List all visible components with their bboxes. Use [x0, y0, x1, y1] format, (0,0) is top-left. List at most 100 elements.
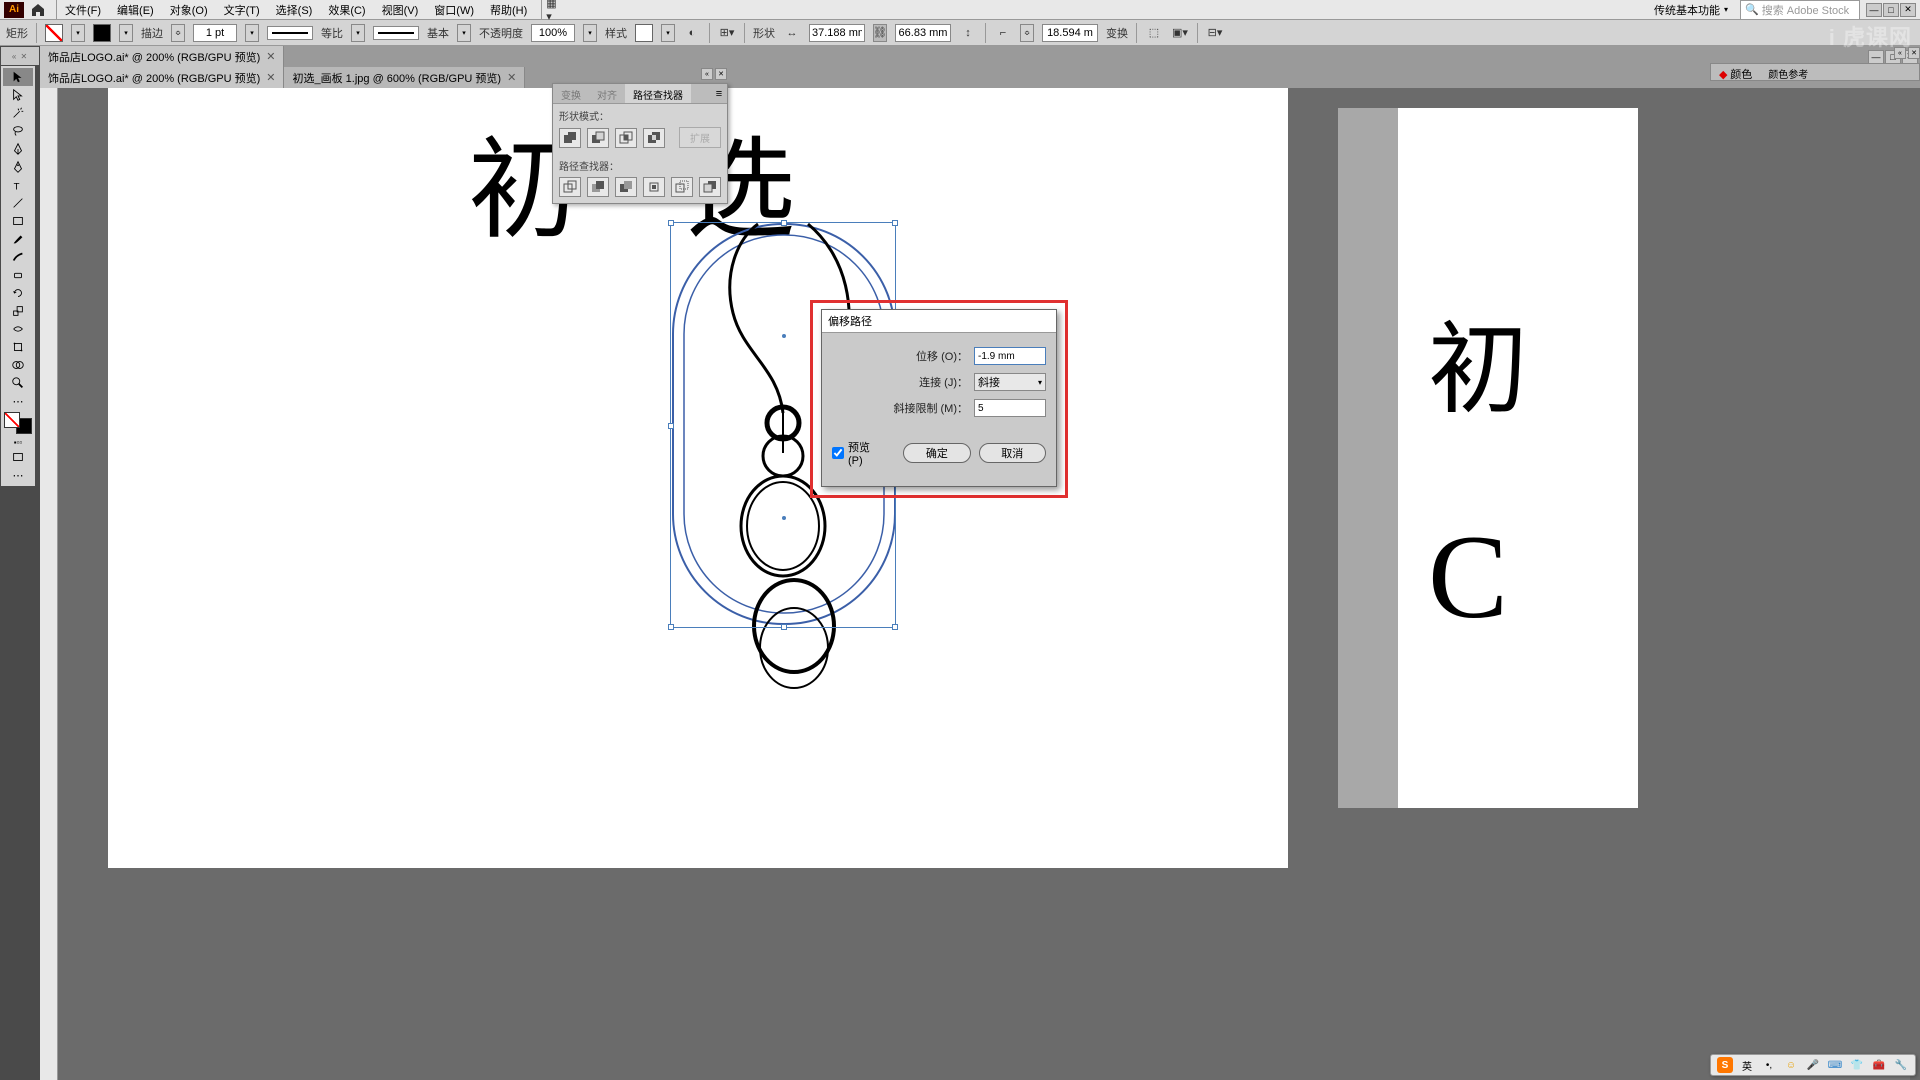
fill-color[interactable]	[4, 412, 20, 428]
stroke-profile-dropdown[interactable]: ▾	[351, 24, 365, 42]
ime-punct-icon[interactable]: •,	[1761, 1057, 1777, 1073]
panel-close-button[interactable]: ✕	[715, 68, 727, 80]
close-button[interactable]: ✕	[1900, 3, 1916, 17]
document-tab-2b[interactable]: 初选_画板 1.jpg @ 600% (RGB/GPU 预览) ✕	[284, 67, 525, 88]
ime-voice-icon[interactable]: 🎤	[1805, 1057, 1821, 1073]
exclude-button[interactable]	[643, 128, 665, 148]
ok-button[interactable]: 确定	[903, 443, 970, 463]
direct-selection-tool[interactable]	[3, 86, 33, 104]
stroke-dropdown[interactable]: ▾	[119, 24, 133, 42]
ime-emoji-icon[interactable]: ☺	[1783, 1057, 1799, 1073]
panel-collapse-button[interactable]: «	[701, 68, 713, 80]
trim-button[interactable]	[587, 177, 609, 197]
document-tab-1[interactable]: 饰品店LOGO.ai* @ 200% (RGB/GPU 预览) ✕	[40, 46, 284, 67]
menu-edit[interactable]: 编辑(E)	[109, 0, 162, 20]
tab-align[interactable]: 对齐	[589, 84, 625, 103]
minimize-button[interactable]: —	[1866, 3, 1882, 17]
more-tools[interactable]: ⋯	[3, 392, 33, 410]
align-icon[interactable]: ⊞▾	[718, 24, 736, 42]
width-input[interactable]	[809, 24, 865, 42]
intersect-button[interactable]	[615, 128, 637, 148]
ime-toolbox-icon[interactable]: 🧰	[1871, 1057, 1887, 1073]
workspace-switcher[interactable]: 传统基本功能 ▾	[1648, 0, 1734, 20]
corner-stepper[interactable]: ≎	[1020, 24, 1034, 42]
preview-checkbox-input[interactable]	[832, 447, 844, 459]
menu-window[interactable]: 窗口(W)	[426, 0, 482, 20]
line-tool[interactable]	[3, 194, 33, 212]
unite-button[interactable]	[559, 128, 581, 148]
shape-builder-tool[interactable]	[3, 356, 33, 374]
menu-file[interactable]: 文件(F)	[57, 0, 109, 20]
stroke-profile-preview[interactable]	[267, 26, 313, 40]
stroke-stepper[interactable]: ≎	[171, 24, 185, 42]
join-select[interactable]: 斜接 ▾	[974, 373, 1046, 391]
minus-front-button[interactable]	[587, 128, 609, 148]
curvature-tool[interactable]	[3, 158, 33, 176]
free-transform-tool[interactable]	[3, 338, 33, 356]
edit-toolbar[interactable]: ⋯	[3, 466, 33, 484]
tab-transform[interactable]: 变换	[553, 84, 589, 103]
color-guide-panel-tab[interactable]: 颜色参考	[1760, 64, 1816, 80]
color-mode-row[interactable]: ▪▫▫	[3, 436, 33, 448]
opacity-input[interactable]	[531, 24, 575, 42]
magic-wand-tool[interactable]	[3, 104, 33, 122]
menu-type[interactable]: 文字(T)	[216, 0, 268, 20]
brush-preview[interactable]	[373, 26, 419, 40]
pen-tool[interactable]	[3, 140, 33, 158]
screen-mode[interactable]	[3, 448, 33, 466]
menu-select[interactable]: 选择(S)	[268, 0, 321, 20]
close-icon[interactable]: ✕	[507, 71, 516, 84]
shaper-tool[interactable]	[3, 248, 33, 266]
recolor-icon[interactable]: ◐	[683, 24, 701, 42]
offset-input[interactable]	[974, 347, 1046, 365]
edit-icon[interactable]: ▣▾	[1171, 24, 1189, 42]
close-icon[interactable]: ✕	[266, 71, 275, 84]
stroke-width-dropdown[interactable]: ▾	[245, 24, 259, 42]
fill-dropdown[interactable]: ▾	[71, 24, 85, 42]
selection-tool[interactable]	[3, 68, 33, 86]
maximize-button[interactable]: □	[1883, 3, 1899, 17]
ime-skin-icon[interactable]: 👕	[1849, 1057, 1865, 1073]
canvas[interactable]: 初 选	[58, 88, 1920, 1080]
paintbrush-tool[interactable]	[3, 230, 33, 248]
fill-swatch[interactable]	[45, 24, 63, 42]
style-dropdown[interactable]: ▾	[661, 24, 675, 42]
minus-back-button[interactable]	[699, 177, 721, 197]
document-tab-2a[interactable]: 饰品店LOGO.ai* @ 200% (RGB/GPU 预览) ✕	[40, 67, 284, 88]
outline-button[interactable]	[671, 177, 693, 197]
ime-settings-icon[interactable]: 🔧	[1893, 1057, 1909, 1073]
opacity-dropdown[interactable]: ▾	[583, 24, 597, 42]
height-input[interactable]	[895, 24, 951, 42]
dock-collapse-button[interactable]: «	[1894, 47, 1906, 59]
stroke-swatch[interactable]	[93, 24, 111, 42]
fill-stroke-colors[interactable]	[4, 412, 32, 434]
rotate-tool[interactable]	[3, 284, 33, 302]
ime-toolbar[interactable]: S 英 •, ☺ 🎤 ⌨ 👕 🧰 🔧	[1710, 1054, 1916, 1076]
preview-checkbox[interactable]: 预览 (P)	[832, 439, 887, 467]
menu-view[interactable]: 视图(V)	[374, 0, 427, 20]
type-tool[interactable]: T	[3, 176, 33, 194]
menu-object[interactable]: 对象(O)	[162, 0, 216, 20]
menu-effect[interactable]: 效果(C)	[320, 0, 373, 20]
tab-pathfinder[interactable]: 路径查找器	[625, 84, 691, 103]
merge-button[interactable]	[615, 177, 637, 197]
stroke-width-input[interactable]	[193, 24, 237, 42]
crop-button[interactable]	[643, 177, 665, 197]
width-tool[interactable]	[3, 320, 33, 338]
align-to-icon[interactable]: ⊟▾	[1206, 24, 1224, 42]
toolbox-grip[interactable]: « ✕	[1, 47, 39, 65]
home-icon[interactable]	[30, 2, 46, 18]
color-panel-tab[interactable]: ◆ 颜色	[1711, 64, 1760, 80]
rectangle-tool[interactable]	[3, 212, 33, 230]
link-wh-icon[interactable]: ⛓	[873, 24, 887, 42]
zoom-tool[interactable]	[3, 374, 33, 392]
panel-menu-icon[interactable]: ≡	[711, 84, 727, 103]
scale-tool[interactable]	[3, 302, 33, 320]
dock-close-button[interactable]: ✕	[1908, 47, 1920, 59]
brush-dropdown[interactable]: ▾	[457, 24, 471, 42]
cancel-button[interactable]: 取消	[979, 443, 1046, 463]
ime-keyboard-icon[interactable]: ⌨	[1827, 1057, 1843, 1073]
ime-lang[interactable]: 英	[1739, 1057, 1755, 1073]
close-icon[interactable]: ✕	[266, 50, 275, 63]
style-swatch[interactable]	[635, 24, 653, 42]
